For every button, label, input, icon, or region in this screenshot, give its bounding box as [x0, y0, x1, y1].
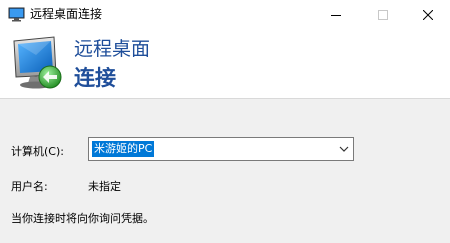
remote-desktop-monitor-icon [13, 36, 62, 89]
computer-label: 计算机(C): [11, 145, 64, 158]
username-label: 用户名: [11, 180, 48, 193]
username-value: 未指定 [88, 180, 121, 193]
banner-title-line1: 远程桌面 [74, 38, 151, 60]
banner-title-line2: 连接 [74, 66, 116, 90]
computer-combobox[interactable]: 米游姬的PC [88, 137, 354, 161]
minimize-button[interactable] [313, 0, 359, 30]
minimize-icon [331, 15, 341, 16]
close-icon [423, 10, 433, 20]
window-title: 远程桌面连接 [30, 7, 103, 21]
chevron-down-icon[interactable] [339, 144, 349, 154]
remote-desktop-window: 远程桌面连接 远程桌面 连接 计算机(C): 米游姬的PC 用户名: 未指定 当… [0, 0, 450, 243]
maximize-icon [378, 10, 388, 20]
computer-input[interactable]: 米游姬的PC [92, 141, 155, 157]
close-button[interactable] [405, 0, 450, 30]
maximize-button[interactable] [360, 0, 406, 30]
title-bar[interactable]: 远程桌面连接 [0, 0, 450, 30]
credentials-hint: 当你连接时将向你询问凭据。 [11, 212, 154, 225]
header-banner: 远程桌面 连接 [0, 30, 450, 98]
remote-desktop-icon [8, 7, 25, 22]
header-divider [0, 98, 450, 99]
